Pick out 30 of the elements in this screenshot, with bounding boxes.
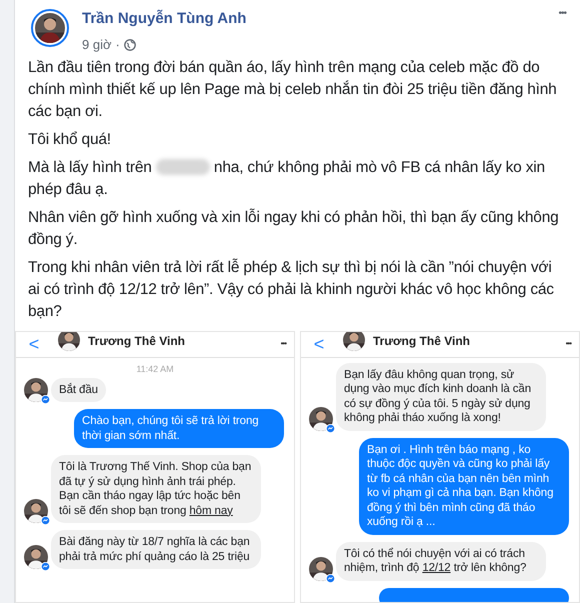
message-bubble: Bắt đầu: [51, 378, 106, 402]
message-bubble: Tôi là Trương Thế Vinh. Shop của bạn đã tự ý sử dụng hình ảnh trái phép. Bạn cần tháo ngay lập tức hoặc bên tôi sẽ đến shop bạn trong hôm nay: [51, 455, 261, 523]
message-bubble: Bạn lấy đâu không quan trọng, sử dụng vào mục đích kinh doanh là cần có sự đồng ý của tôi. 5 ngày sử dụng không phải tháo xuống là xong!: [336, 362, 546, 430]
globe-icon: [124, 38, 136, 51]
messenger-badge-icon: [326, 424, 335, 432]
post-paragraph: Tôi khổ quá!: [28, 130, 112, 150]
message-bubble: Chào bạn, chúng tôi sẽ trả lời trong thời gian sớm nhất.: [74, 409, 284, 448]
post-time[interactable]: 9 giờ: [82, 35, 112, 54]
message-bubble: Bạn ơi . Hình trên báo mạng , ko thuộc độc quyền và cũng ko phải lấy từ fb cá nhân của bạn nên bên mình ko vi phạm gì cả nha bạn. Bạn không đồng ý thì bên mình cũng đã tháo xuống rồi ạ ...: [359, 438, 569, 534]
author-name[interactable]: Trần Nguyễn Tùng Anh: [82, 9, 246, 29]
message-bubble: Bài đăng này từ 18/7 nghĩa là các bạn phải trả mức phí quảng cáo là 25 triệu: [51, 530, 261, 569]
messenger-badge-icon: [41, 516, 50, 525]
more-options-button[interactable]: •••: [558, 9, 566, 19]
back-button[interactable]: <: [309, 335, 329, 353]
messenger-badge-icon: [326, 574, 335, 582]
more-options-button[interactable]: •••: [566, 338, 571, 350]
separator: ·: [116, 36, 120, 54]
message-time: 11:42 AM: [135, 362, 175, 374]
post-paragraph: Mà là lấy hình trên nha, chứ không phải mò vô FB cá nhân lấy ko xin phép đâu ạ.: [28, 158, 546, 200]
more-options-button[interactable]: •••: [280, 338, 286, 350]
messenger-badge-icon: [41, 562, 50, 571]
post-paragraph: Trong khi nhân viên trả lời rất lễ phép & lịch sự thì bị nói là cần ”nói chuyện với ai có trình độ 12/12 trở lên”. Vậy có phải là khinh người khác vô học không các bạn?: [28, 258, 555, 322]
message-bubble: Tôi có thể nói chuyện với ai có trách nhiệm, trình độ 12/12 trở lên không?: [336, 542, 546, 580]
post-paragraph: Lần đầu tiên trong đời bán quần áo, lấy hình trên mạng của celeb mặc đồ do chính mình thiết kế up lên Page mà bị celeb nhắn tin đòi 25 triệu tiền đăng hình các bạn ơi.: [28, 58, 558, 122]
contact-name: Trương Thê Vinh: [88, 333, 186, 350]
messenger-badge-icon: [41, 395, 50, 404]
post-paragraph: Nhân viên gỡ hình xuống và xin lỗi ngay khi có phản hồi, thì bạn ấy cũng không đồng ý.: [28, 208, 560, 250]
blurred-mark: [156, 159, 210, 176]
contact-name: Trương Thê Vinh: [373, 333, 470, 350]
back-button[interactable]: <: [24, 335, 44, 353]
